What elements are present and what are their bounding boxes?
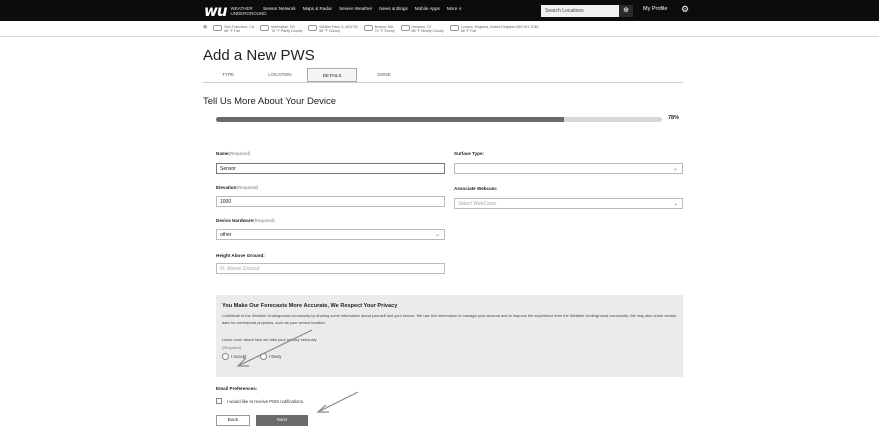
- chevron-down-icon: ⌄: [434, 232, 440, 238]
- wizard-tabs: TYPE LOCATION DETAILS DONE: [203, 68, 411, 82]
- tab-done[interactable]: DONE: [359, 68, 409, 82]
- height-label: Height Above Ground:: [216, 253, 265, 258]
- weather-icon: [213, 25, 223, 31]
- logo-mark: wu: [204, 1, 228, 20]
- elevation-field[interactable]: 1000: [216, 196, 445, 207]
- name-field[interactable]: Sensor: [216, 163, 445, 174]
- city-item[interactable]: Boston, MA 74 °F Sunny: [363, 25, 395, 33]
- tab-underline: [203, 82, 683, 83]
- privacy-panel: You Make Our Forecasts More Accurate, We…: [216, 295, 683, 377]
- height-field[interactable]: Ft. Above Ground: [216, 263, 445, 274]
- deny-radio[interactable]: I Deny: [260, 353, 281, 360]
- privacy-required: (Required): [222, 345, 241, 350]
- webcam-label: Associate Webcam:: [454, 186, 498, 191]
- privacy-title: You Make Our Forecasts More Accurate, We…: [222, 303, 398, 309]
- nav-mobile-apps[interactable]: Mobile Apps: [415, 6, 440, 12]
- search-input[interactable]: Search Locations: [541, 5, 619, 17]
- main-nav: Sensor Network Maps & Radar Severe Weath…: [263, 6, 469, 12]
- name-label: Name(Required): [216, 151, 251, 156]
- logo-text: WEATHER UNDERGROUND: [230, 5, 267, 16]
- surface-select[interactable]: ⌄: [454, 163, 683, 174]
- privacy-link[interactable]: Learn more about how we take your privac…: [222, 337, 317, 342]
- top-navigation-bar: wu WEATHER UNDERGROUND Sensor Network Ma…: [0, 0, 879, 21]
- nav-more[interactable]: More ∨: [447, 6, 462, 12]
- nav-news-blogs[interactable]: News & Blogs: [379, 6, 408, 12]
- pws-notifications-checkbox[interactable]: I would like to receive PWS notification…: [216, 398, 304, 404]
- tab-location[interactable]: LOCATION: [255, 68, 305, 82]
- tab-details[interactable]: DETAILS: [307, 68, 357, 82]
- progress-fill: [216, 117, 564, 122]
- star-icon[interactable]: ★: [202, 24, 208, 31]
- tab-type[interactable]: TYPE: [203, 68, 253, 82]
- my-profile-link[interactable]: My Profile: [643, 6, 667, 12]
- city-item[interactable]: Manhattan, NY 78 °F Partly Cloudy: [260, 25, 302, 33]
- email-label: Email Preferences:: [216, 386, 258, 391]
- annotation-arrow: [317, 391, 359, 413]
- nav-sensor-network[interactable]: Sensor Network: [263, 6, 296, 12]
- city-item[interactable]: Houston, TX 88 °F Mostly Cloudy: [400, 25, 444, 33]
- elevation-label: Elevation(Required): [216, 185, 259, 190]
- weather-icon: [449, 25, 459, 31]
- radio-circle: [222, 353, 229, 360]
- radio-circle: [260, 353, 267, 360]
- city-item[interactable]: San Francisco, CA 66 °F Fair: [213, 25, 254, 33]
- gear-icon[interactable]: ⚙: [681, 4, 689, 15]
- weather-icon: [363, 25, 373, 31]
- weather-underground-logo[interactable]: wu WEATHER UNDERGROUND: [204, 1, 267, 20]
- chevron-down-icon: ⌄: [672, 201, 678, 207]
- next-button[interactable]: Next: [256, 415, 308, 426]
- nav-maps-radar[interactable]: Maps & Radar: [303, 6, 332, 12]
- weather-icon: [400, 25, 410, 31]
- header-divider: [0, 36, 879, 37]
- city-item[interactable]: Schiller Park, IL (60176) 68 °F Cloudy: [308, 25, 358, 33]
- weather-icon: [260, 25, 270, 31]
- city-item[interactable]: London, England, United Kingdom (WCOH-TD…: [449, 25, 539, 33]
- nav-severe-weather[interactable]: Severe Weather: [339, 6, 372, 12]
- page-title: Add a New PWS: [203, 47, 315, 64]
- progress-bar: [216, 117, 662, 122]
- accept-radio[interactable]: I Accept: [222, 353, 246, 360]
- privacy-text: Contribute to the Weather Underground co…: [222, 313, 676, 325]
- city-ticker: ★ San Francisco, CA 66 °F Fair Manhattan,…: [202, 24, 545, 33]
- hardware-label: Device Hardware(Required): [216, 218, 275, 223]
- hardware-select[interactable]: other ⌄: [216, 229, 445, 240]
- weather-icon: [308, 25, 318, 31]
- webcam-select[interactable]: Select WebCams ⌄: [454, 198, 683, 209]
- arrow-head: [316, 404, 329, 413]
- checkbox: [216, 398, 222, 404]
- back-button[interactable]: Back: [216, 415, 250, 426]
- section-title: Tell Us More About Your Device: [203, 96, 337, 107]
- location-target-icon[interactable]: ⊕: [619, 5, 633, 17]
- chevron-down-icon: ⌄: [672, 166, 678, 172]
- progress-percent: 78%: [668, 115, 680, 121]
- surface-label: Surface Type:: [454, 151, 485, 156]
